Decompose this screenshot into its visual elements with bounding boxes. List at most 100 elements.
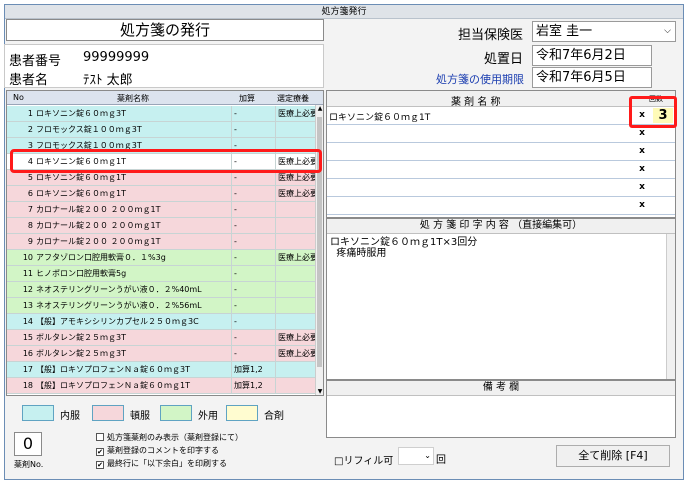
row-number: 10 xyxy=(22,253,33,262)
scroll-up-icon[interactable]: ▲ xyxy=(316,105,323,112)
row-kasan: - xyxy=(231,298,275,313)
print-content-text[interactable]: ロキソニン錠６０ｍｇ1T×3回分 疼痛時服用 xyxy=(330,237,477,259)
patient-id-row: 患者番号 99999999 xyxy=(9,50,149,69)
prescription-drug-panel: 薬 剤 名 称 回数 ロキソニン錠６０ｍｇ1T x 3 x x x x x xyxy=(326,90,676,218)
remove-icon[interactable]: x xyxy=(635,146,649,156)
table-row[interactable]: 18 【般】ロキソプロフェンＮａ錠６０ｍｇ1T 加算1,2 xyxy=(7,378,315,394)
row-kasan: - xyxy=(231,186,275,201)
checkbox[interactable] xyxy=(96,433,104,441)
remove-icon[interactable]: x xyxy=(635,164,649,174)
page-title: 処方箋の発行 xyxy=(6,19,324,41)
row-number: 12 xyxy=(22,285,33,294)
option-label: 薬剤登録のコメントを印字する xyxy=(107,446,219,455)
table-row[interactable]: 11 ヒノポロン口腔用軟膏5g - xyxy=(7,266,315,282)
rx-row[interactable]: x xyxy=(327,179,675,197)
remove-icon[interactable]: x xyxy=(635,128,649,138)
patient-name-label: 患者名 xyxy=(9,73,49,88)
table-row[interactable]: 12 ネオステリングリーンうがい液０．２%40mL - xyxy=(7,282,315,298)
legend-label: 内服 xyxy=(60,411,80,422)
refill-checkbox[interactable]: □リフィル可 xyxy=(334,452,393,467)
drug-list: No 薬剤名称 加算 選定療養 1 ロキソニン錠６０ｍｇ3T - 医療上必要 2 フロモッ… xyxy=(6,90,324,396)
rx-row[interactable]: ロキソニン錠６０ｍｇ1T x 3 xyxy=(327,107,675,125)
remove-icon[interactable]: x xyxy=(635,200,649,210)
row-kasan: 加算1,2 xyxy=(231,378,275,393)
doctor-value: 岩室 圭一 xyxy=(536,24,593,39)
row-number: 6 xyxy=(27,189,33,198)
row-sentei xyxy=(275,362,315,377)
checkbox[interactable]: ✔ xyxy=(96,461,104,469)
patient-name-row: 患者名 ﾃｽﾄ 太郎 xyxy=(9,69,133,88)
scroll-down-icon[interactable]: ▼ xyxy=(316,388,323,395)
legend-label: 外用 xyxy=(198,411,218,422)
rx-row[interactable]: x xyxy=(327,161,675,179)
table-row[interactable]: 1 ロキソニン錠６０ｍｇ3T - 医療上必要 xyxy=(7,106,318,122)
row-sentei xyxy=(275,266,315,281)
qty-highlight xyxy=(629,96,677,128)
rx-row[interactable]: x xyxy=(327,197,675,215)
option-print-blank-below[interactable]: ✔ 最終行に「以下余白」を印刷する xyxy=(96,458,227,469)
patient-id-label: 患者番号 xyxy=(9,54,62,69)
legend-swatch xyxy=(160,405,192,421)
doctor-select[interactable]: 岩室 圭一 ⌵ xyxy=(532,21,676,42)
row-number: 18 xyxy=(22,381,33,390)
option-show-prescription-only[interactable]: 処方箋薬剤のみ表示（薬剤登録にて） xyxy=(96,432,243,443)
row-drug-name: ヒノポロン口腔用軟膏5g xyxy=(36,269,127,278)
expiry-date-field[interactable]: 令和7年6月5日 xyxy=(532,67,652,88)
row-drug-name: ロキソニン錠６０ｍｇ3T xyxy=(36,109,126,118)
row-drug-name: 【般】ロキソプロフェンＮａ錠６０ｍｇ1T xyxy=(36,381,190,390)
table-row[interactable]: 14 【般】アモキシシリンカプセル２５０ｍｇ3C - xyxy=(7,314,315,330)
row-number: 13 xyxy=(22,301,33,310)
row-sentei xyxy=(275,314,315,329)
legend-label: 合剤 xyxy=(264,411,284,422)
table-row[interactable]: 15 ボルタレン錠２５ｍｇ3T - 医療上必要 xyxy=(7,330,318,346)
doctor-label: 担当保険医 xyxy=(458,28,524,43)
table-row[interactable]: 16 ボルタレン錠２５ｍｇ3T - 医療上必要 xyxy=(7,346,318,362)
row-number: 9 xyxy=(27,237,33,246)
legend-label: 頓服 xyxy=(130,411,150,422)
row-kasan: - xyxy=(231,250,275,265)
row-number: 14 xyxy=(22,317,33,326)
print-content-scrollbar[interactable] xyxy=(666,234,675,379)
row-number: 17 xyxy=(22,365,33,374)
refill-times-select[interactable]: ⌄ xyxy=(398,447,434,465)
row-number: 16 xyxy=(22,349,33,358)
refill-times-label: 回 xyxy=(436,455,446,466)
table-row[interactable]: 6 ロキソニン錠６０ｍｇ1T - 医療上必要 xyxy=(7,186,318,202)
checkbox[interactable]: ✔ xyxy=(96,448,104,456)
row-sentei xyxy=(275,298,315,313)
table-row[interactable]: 7 カロナール錠２００ ２００ｍｇ1T - xyxy=(7,202,315,218)
notes-header: 備 考 欄 xyxy=(327,381,675,396)
drug-count-label: 薬剤No. xyxy=(14,460,44,469)
option-label: 処方箋薬剤のみ表示（薬剤登録にて） xyxy=(107,433,243,442)
row-drug-name: カロナール錠２００ ２００ｍｇ1T xyxy=(36,205,161,214)
rx-row[interactable]: x xyxy=(327,143,675,161)
selected-row-highlight xyxy=(10,149,322,173)
table-row[interactable]: 17 【般】ロキソプロフェンＮａ錠６０ｍｇ3T 加算1,2 xyxy=(7,362,315,378)
row-sentei: 医療上必要 xyxy=(275,330,318,345)
patient-id-value: 99999999 xyxy=(83,50,150,65)
table-row[interactable]: 13 ネオステリングリーンうがい液０．２%56mL - xyxy=(7,298,315,314)
row-drug-name: カロナール錠２００ ２００ｍｇ1T xyxy=(36,237,161,246)
option-print-comment[interactable]: ✔ 薬剤登録のコメントを印字する xyxy=(96,445,219,456)
remove-icon[interactable]: x xyxy=(635,182,649,192)
table-row[interactable]: 8 カロナール錠２００ ２００ｍｇ1T - xyxy=(7,218,315,234)
row-drug-name: 【般】アモキシシリンカプセル２５０ｍｇ3C xyxy=(36,317,199,326)
drug-count-field[interactable]: 0 xyxy=(14,432,42,456)
table-row[interactable]: 10 アフタゾロン口腔用軟膏０．１%3g - 医療上必要 xyxy=(7,250,318,266)
row-drug-name: ボルタレン錠２５ｍｇ3T xyxy=(36,349,126,358)
rx-row[interactable]: x xyxy=(327,125,675,143)
table-row[interactable]: 2 フロモックス錠１００ｍｇ3T - xyxy=(7,122,315,138)
col-no: No xyxy=(13,93,24,102)
row-drug-name: カロナール錠２００ ２００ｍｇ1T xyxy=(36,221,161,230)
row-drug-name: 【般】ロキソプロフェンＮａ錠６０ｍｇ3T xyxy=(36,365,190,374)
treatment-date-field[interactable]: 令和7年6月2日 xyxy=(532,45,652,66)
patient-info: 患者番号 99999999 患者名 ﾃｽﾄ 太郎 xyxy=(4,44,324,88)
row-drug-name: ロキソニン錠６０ｍｇ1T xyxy=(36,189,126,198)
row-number: 11 xyxy=(22,269,33,278)
option-label: 最終行に「以下余白」を印刷する xyxy=(107,459,227,468)
table-row[interactable]: 9 カロナール錠２００ ２００ｍｇ1T - xyxy=(7,234,315,250)
row-sentei xyxy=(275,234,315,249)
row-drug-name: アフタゾロン口腔用軟膏０．１%3g xyxy=(36,253,166,262)
drug-list-header: No 薬剤名称 加算 選定療養 xyxy=(7,91,323,105)
clear-all-button[interactable]: 全て削除 [F4] xyxy=(556,445,670,467)
